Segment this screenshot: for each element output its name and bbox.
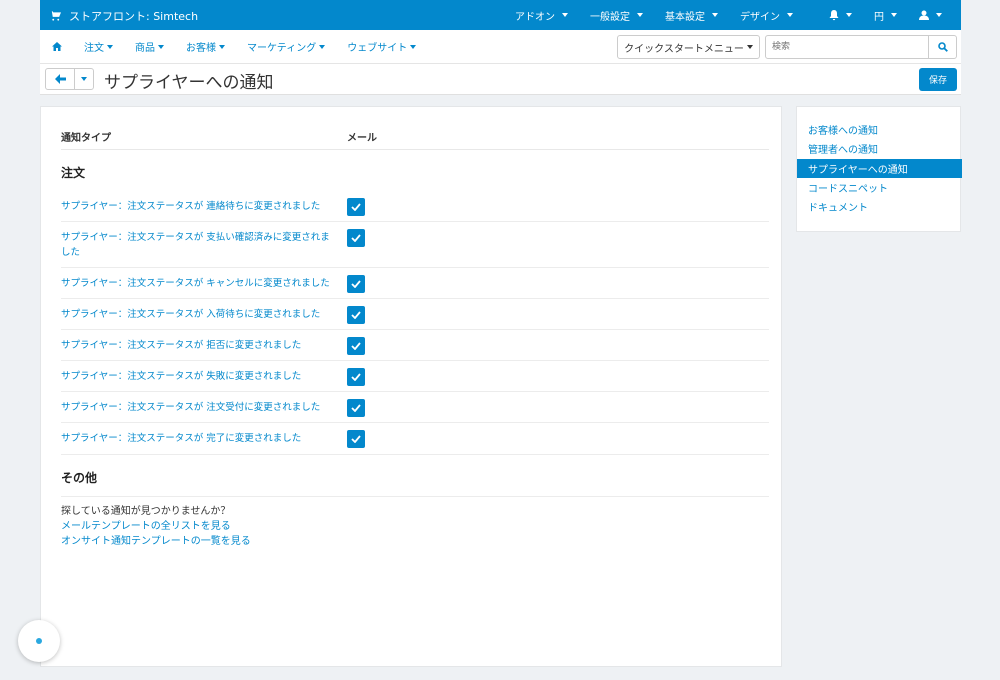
nav-products[interactable]: 商品 <box>135 39 164 54</box>
caret-down-icon <box>936 13 942 17</box>
table-row: サプライヤー：注文ステータスが 入荷待ちに変更されました <box>61 299 769 330</box>
email-templates-link[interactable]: メールテンプレートの全リストを見る <box>61 519 251 534</box>
table-row: サプライヤー：注文ステータスが 完了に変更されました <box>61 423 769 455</box>
check-icon <box>351 280 361 288</box>
sidebar: お客様への通知 管理者への通知 サプライヤーへの通知 コードスニペット ドキュメ… <box>796 106 962 232</box>
email-checkbox[interactable] <box>347 337 365 355</box>
sidebar-item-admin-notifications[interactable]: 管理者への通知 <box>797 139 962 158</box>
menu-basic-settings[interactable]: 基本設定 <box>654 0 729 30</box>
search-button[interactable] <box>928 36 956 58</box>
caret-down-icon <box>562 13 568 17</box>
nav-orders[interactable]: 注文 <box>84 39 113 54</box>
column-header-email: メール <box>347 133 377 144</box>
email-checkbox[interactable] <box>347 275 365 293</box>
user-menu[interactable] <box>908 0 953 30</box>
caret-down-icon <box>846 13 852 17</box>
check-icon <box>351 203 361 211</box>
caret-down-icon <box>746 45 753 49</box>
back-dropdown-button[interactable] <box>75 69 93 89</box>
caret-down-icon <box>158 44 164 49</box>
quickstart-menu-button[interactable]: クイックスタートメニュー <box>617 35 760 59</box>
top-bar: ストアフロント: Simtech アドオン 一般設定 基本設定 デザイン 円 <box>40 0 961 30</box>
caret-down-icon <box>107 44 113 49</box>
sidebar-item-documents[interactable]: ドキュメント <box>797 197 962 216</box>
help-widget-button[interactable] <box>18 620 60 662</box>
search-icon <box>937 42 948 52</box>
sidebar-item-customer-notifications[interactable]: お客様への通知 <box>797 120 962 139</box>
storefront-link[interactable]: ストアフロント: Simtech <box>50 8 198 24</box>
back-button-group <box>45 68 94 90</box>
caret-down-icon <box>410 44 417 49</box>
nav-customers[interactable]: お客様 <box>186 39 225 54</box>
column-header-type: 通知タイプ <box>61 133 111 144</box>
cart-icon <box>50 11 61 21</box>
menu-design[interactable]: デザイン <box>729 0 804 30</box>
notifications-menu[interactable] <box>818 0 863 30</box>
check-icon <box>351 311 361 319</box>
back-button[interactable] <box>46 69 75 89</box>
email-checkbox[interactable] <box>347 306 365 324</box>
user-icon <box>919 10 929 20</box>
store-name: ストアフロント: Simtech <box>69 10 199 23</box>
bell-icon <box>829 9 839 20</box>
notification-link[interactable]: サプライヤー：注文ステータスが 拒否に変更されました <box>61 338 341 353</box>
help-text: 探している通知が見つかりませんか？ メールテンプレートの全リストを見る オンサイ… <box>61 504 251 549</box>
divider <box>61 496 769 497</box>
table-row: サプライヤー：注文ステータスが キャンセルに変更されました <box>61 268 769 299</box>
notification-link[interactable]: サプライヤー：注文ステータスが 入荷待ちに変更されました <box>61 307 341 322</box>
email-checkbox[interactable] <box>347 430 365 448</box>
main-navigation: 注文 商品 お客様 マーケティング ウェブサイト クイックスタートメニュー <box>40 30 961 64</box>
notification-link[interactable]: サプライヤー：注文ステータスが 支払い確認済みに変更されま した <box>61 230 341 260</box>
check-icon <box>351 435 361 443</box>
sidebar-item-code-snippets[interactable]: コードスニペット <box>797 178 962 197</box>
check-icon <box>351 404 361 412</box>
save-button[interactable]: 保存 <box>919 68 957 91</box>
notification-link[interactable]: サプライヤー：注文ステータスが 注文受付に変更されました <box>61 400 341 415</box>
notification-link[interactable]: サプライヤー：注文ステータスが 連絡待ちに変更されました <box>61 199 341 214</box>
check-icon <box>351 373 361 381</box>
caret-down-icon <box>81 77 87 81</box>
search-input[interactable] <box>766 36 928 58</box>
sidebar-item-supplier-notifications[interactable]: サプライヤーへの通知 <box>797 159 962 178</box>
notifications-panel: 通知タイプ メール 注文 サプライヤー：注文ステータスが 連絡待ちに変更されまし… <box>40 106 782 667</box>
caret-down-icon <box>712 13 718 17</box>
check-icon <box>351 342 361 350</box>
search-box <box>765 35 957 59</box>
table-row: サプライヤー：注文ステータスが 注文受付に変更されました <box>61 392 769 423</box>
nav-marketing[interactable]: マーケティング <box>247 39 326 54</box>
table-row: サプライヤー：注文ステータスが 支払い確認済みに変更されま した <box>61 222 769 268</box>
email-checkbox[interactable] <box>347 399 365 417</box>
help-question: 探している通知が見つかりませんか？ <box>61 506 231 517</box>
title-bar: サプライヤーへの通知 保存 <box>40 64 961 95</box>
section-title-other: その他 <box>61 471 98 485</box>
table-header: 通知タイプ メール <box>61 107 769 150</box>
nav-website[interactable]: ウェブサイト <box>347 39 417 54</box>
caret-down-icon <box>637 13 643 17</box>
widget-logo-icon <box>36 638 42 644</box>
arrow-left-icon <box>54 74 66 84</box>
table-row: サプライヤー：注文ステータスが 連絡待ちに変更されました <box>61 191 769 222</box>
section-title-orders: 注文 <box>61 166 86 180</box>
caret-down-icon <box>891 13 897 17</box>
menu-addons[interactable]: アドオン <box>504 0 579 30</box>
email-checkbox[interactable] <box>347 198 365 216</box>
email-checkbox[interactable] <box>347 229 365 247</box>
onsite-templates-link[interactable]: オンサイト通知テンプレートの一覧を見る <box>61 534 251 549</box>
menu-general-settings[interactable]: 一般設定 <box>579 0 654 30</box>
table-row: サプライヤー：注文ステータスが 拒否に変更されました <box>61 330 769 361</box>
notification-link[interactable]: サプライヤー：注文ステータスが 完了に変更されました <box>61 431 341 446</box>
caret-down-icon <box>319 44 326 49</box>
notification-link[interactable]: サプライヤー：注文ステータスが キャンセルに変更されました <box>61 276 341 291</box>
home-link[interactable] <box>52 42 62 51</box>
caret-down-icon <box>219 44 225 49</box>
page-title: サプライヤーへの通知 <box>104 73 274 93</box>
email-checkbox[interactable] <box>347 368 365 386</box>
notification-link[interactable]: サプライヤー：注文ステータスが 失敗に変更されました <box>61 369 341 384</box>
check-icon <box>351 234 361 242</box>
caret-down-icon <box>787 13 793 17</box>
table-row: サプライヤー：注文ステータスが 失敗に変更されました <box>61 361 769 392</box>
home-icon <box>52 42 62 51</box>
currency-menu[interactable]: 円 <box>863 0 908 30</box>
